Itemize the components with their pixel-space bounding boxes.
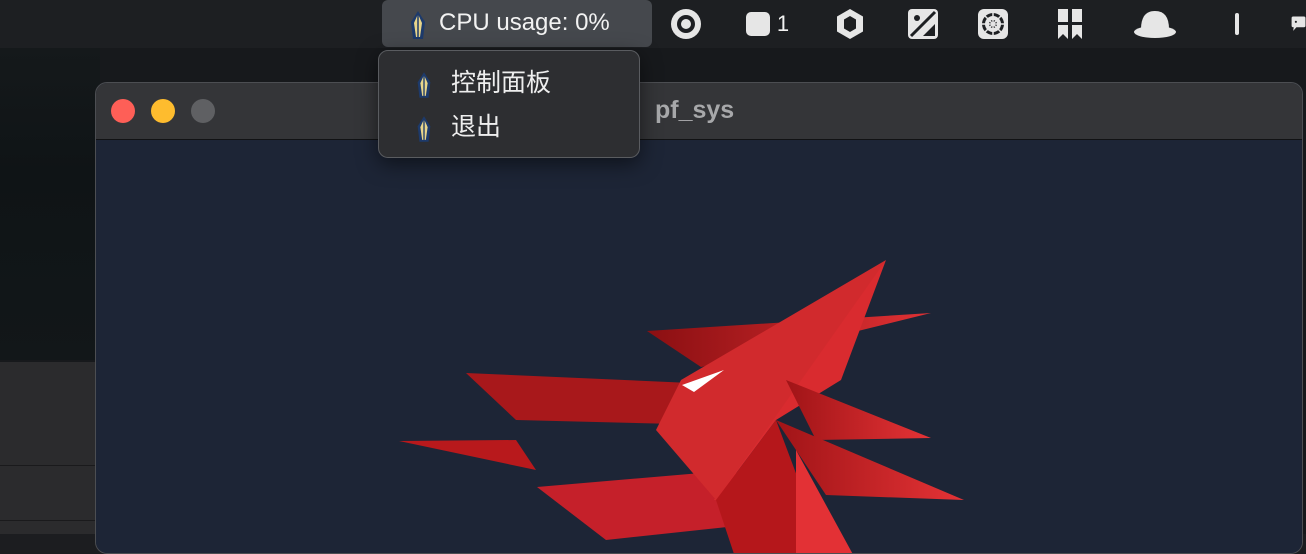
pen-nib-icon bbox=[417, 116, 431, 142]
menu-item-control-panel[interactable]: 控制面板 bbox=[379, 63, 639, 103]
red-dragon-logo bbox=[399, 260, 964, 553]
desktop-wallpaper bbox=[0, 48, 100, 360]
divider bbox=[0, 465, 100, 466]
window-content bbox=[96, 140, 1302, 553]
vertical-bar-icon[interactable] bbox=[1232, 8, 1242, 40]
bookmark-icon[interactable] bbox=[1054, 8, 1086, 40]
desktop-count: 1 bbox=[776, 11, 790, 36]
minimize-button[interactable] bbox=[151, 99, 175, 123]
divider bbox=[0, 520, 100, 521]
menu-bar: CPU usage: 0% 1 bbox=[0, 0, 1306, 48]
bowl-icon[interactable] bbox=[1132, 8, 1178, 40]
gear-wheel-icon[interactable] bbox=[976, 8, 1010, 40]
background-window bbox=[0, 362, 100, 534]
window-title: pf_sys bbox=[655, 96, 735, 124]
chat-bubble-icon[interactable] bbox=[1290, 8, 1306, 40]
pen-nib-icon bbox=[411, 11, 425, 39]
menu-item-quit[interactable]: 退出 bbox=[379, 107, 639, 147]
cpu-usage-label: CPU usage: 0% bbox=[439, 9, 610, 36]
record-icon[interactable] bbox=[668, 8, 704, 40]
pen-nib-icon bbox=[417, 72, 431, 98]
close-button[interactable] bbox=[111, 99, 135, 123]
window-titlebar[interactable]: pf_sys bbox=[96, 83, 1302, 140]
menu-item-label: 退出 bbox=[451, 113, 502, 141]
image-slash-icon[interactable] bbox=[906, 8, 940, 40]
square-icon[interactable]: 1 bbox=[742, 8, 792, 40]
menu-item-label: 控制面板 bbox=[451, 69, 552, 97]
hexagon-icon[interactable] bbox=[834, 8, 866, 40]
cpu-usage-status-item[interactable]: CPU usage: 0% bbox=[382, 0, 652, 47]
status-menu-dropdown: 控制面板 退出 bbox=[378, 50, 640, 158]
zoom-button[interactable] bbox=[191, 99, 215, 123]
app-window: pf_sys bbox=[95, 82, 1303, 554]
